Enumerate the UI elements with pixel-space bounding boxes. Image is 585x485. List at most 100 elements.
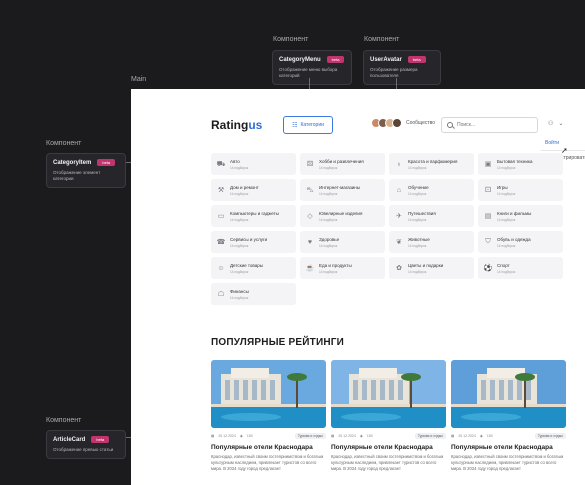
annotation-name: ArticleCard	[53, 436, 86, 443]
category-label: Бытовая техника	[497, 158, 533, 164]
gift-icon: ✿	[396, 265, 402, 272]
category-count: 14 подборок	[408, 191, 427, 196]
category-item[interactable]: ⛍ Интернет-магазины 14 подборок	[300, 179, 385, 201]
category-item[interactable]: ☎ Сервисы и услуги 14 подборок	[211, 231, 296, 253]
category-item[interactable]: ⛟ Авто 14 подборок	[211, 153, 296, 175]
finance-icon: ☖	[217, 291, 225, 298]
ball-icon: ⚽	[483, 265, 493, 272]
food-icon: ☕	[305, 265, 315, 272]
search-input[interactable]	[457, 122, 537, 128]
category-item[interactable]: ⚀ Игры 14 подборок	[478, 179, 563, 201]
categories-button[interactable]: ☷ Категории	[283, 116, 333, 134]
category-item[interactable]: ☺ Детские товары 14 подборок	[211, 257, 296, 279]
category-item[interactable]: ◇ Ювелирные изделия 14 подборок	[300, 205, 385, 227]
perfume-icon: ♁	[396, 160, 402, 168]
logo-accent: us	[248, 118, 263, 132]
category-item[interactable]: ⚄ Хобби и развлечения 14 подборок	[300, 153, 385, 175]
article-views: 150	[486, 434, 493, 438]
article-title[interactable]: Популярные отели Краснодара	[211, 444, 326, 451]
category-text: Книги и фильмы 14 подборок	[497, 211, 531, 222]
category-label: Хобби и развлечения	[319, 158, 364, 164]
article-tag[interactable]: Туризм и отдых	[294, 433, 326, 439]
category-item[interactable]: ▭ Компьютеры и гаджеты 14 подборок	[211, 205, 296, 227]
article-card[interactable]: ▦ 20.12.2024 ◉ 150 Туризм и отдых Популярные …	[451, 360, 566, 472]
article-views: 150	[246, 434, 253, 438]
category-text: Авто 14 подборок	[230, 159, 248, 170]
category-item[interactable]: ▤ Книги и фильмы 14 подборок	[478, 205, 563, 227]
category-text: Интернет-магазины 14 подборок	[319, 185, 360, 196]
category-label: Еда и продукты	[319, 262, 352, 268]
community-link[interactable]: Сообщество	[371, 118, 435, 128]
category-text: Путешествия 14 подборок	[408, 211, 436, 222]
category-text: Бытовая техника 14 подборок	[497, 159, 532, 170]
search-box[interactable]	[441, 117, 538, 133]
article-tag[interactable]: Туризм и отдых	[534, 433, 566, 439]
category-label: Красота и парфюмерия	[408, 158, 458, 164]
category-item[interactable]: ▣ Бытовая техника 14 подборок	[478, 153, 563, 175]
category-item[interactable]: ✈ Путешествия 14 подборок	[389, 205, 474, 227]
category-label: Ювелирные изделия	[319, 210, 363, 216]
article-image	[451, 360, 566, 428]
category-item[interactable]: ⌂ Обучение 14 подборок	[389, 179, 474, 201]
category-grid: ⛟ Авто 14 подборок ⚄ Хобби и развлечения 14 п…	[211, 153, 569, 305]
annotation-desc: Отображение элемент категории	[53, 170, 101, 182]
component-label: Компонент	[364, 36, 400, 43]
category-count: 14 подборок	[230, 243, 249, 248]
user-avatar-annotation: UserAvatar beta Отображение размера поль…	[363, 50, 441, 86]
calendar-icon: ▦	[211, 434, 215, 438]
article-views: 150	[366, 434, 373, 438]
categories-button-label: Категории	[300, 122, 324, 128]
article-tag[interactable]: Туризм и отдых	[414, 433, 446, 439]
category-count: 14 подборок	[408, 165, 427, 170]
annotation-badge: beta	[91, 436, 110, 443]
article-meta: ▦ 20.12.2024 ◉ 150 Туризм и отдых	[451, 433, 566, 439]
category-text: Ювелирные изделия 14 подборок	[319, 211, 362, 222]
category-label: Животные	[408, 236, 430, 242]
category-item[interactable]: ✿ Цветы и подарки 14 подборок	[389, 257, 474, 279]
article-title[interactable]: Популярные отели Краснодара	[451, 444, 566, 451]
paw-icon: ❦	[396, 239, 402, 246]
gamepad-icon: ⚄	[306, 161, 314, 168]
dice-icon: ⚀	[484, 187, 492, 194]
category-count: 14 подборок	[408, 269, 427, 274]
eye-icon: ◉	[239, 434, 243, 438]
avatar-group	[371, 118, 402, 128]
category-item[interactable]: ⚒ Дом и ремонт 14 подборок	[211, 179, 296, 201]
annotation-badge: beta	[326, 56, 345, 63]
category-count: 14 подборок	[319, 165, 338, 170]
health-icon: ♥	[307, 238, 313, 246]
category-item[interactable]: ☖ Финансы 14 подборок	[211, 283, 296, 305]
category-count: 14 подборок	[408, 217, 427, 222]
suitcase-icon: ✈	[396, 213, 402, 220]
category-label: Дом и ремонт	[230, 184, 259, 190]
category-text: Хобби и развлечения 14 подборок	[319, 159, 364, 170]
category-label: Детские товары	[230, 262, 263, 268]
article-title[interactable]: Популярные отели Краснодара	[331, 444, 446, 451]
main-frame-label: Main	[131, 76, 147, 83]
category-item[interactable]: ❦ Животные 14 подборок	[389, 231, 474, 253]
logo[interactable]: Ratingus	[211, 118, 262, 132]
category-label: Авто	[230, 158, 240, 164]
category-item[interactable]: ☕ Еда и продукты 14 подборок	[300, 257, 385, 279]
category-count: 14 подборок	[230, 269, 249, 274]
category-item[interactable]: ♁ Красота и парфюмерия 14 подборок	[389, 153, 474, 175]
category-text: Спорт 14 подборок	[497, 263, 515, 274]
category-text: Сервисы и услуги 14 подборок	[230, 237, 267, 248]
category-count: 14 подборок	[319, 269, 338, 274]
article-card[interactable]: ▦ 20.12.2024 ◉ 150 Туризм и отдых Популярные …	[211, 360, 326, 472]
logo-main: Rating	[211, 118, 249, 132]
category-label: Игры	[497, 184, 508, 190]
category-text: Обучение 14 подборок	[408, 185, 429, 196]
category-item[interactable]: ♥ Здоровье 14 подборок	[300, 231, 385, 253]
category-item-annotation: CategoryItem beta Отображение элемент ка…	[46, 153, 126, 189]
annotation-name: CategoryMenu	[279, 56, 321, 63]
category-item[interactable]: ⛉ Обувь и одежда 14 подборок	[478, 231, 563, 253]
category-item[interactable]: ⚽ Спорт 14 подборок	[478, 257, 563, 279]
service-icon: ☎	[216, 239, 226, 246]
category-text: Финансы 14 подборок	[230, 289, 249, 300]
calendar-icon: ▦	[331, 434, 335, 438]
annotation-desc: Отображение размера пользователя	[370, 67, 418, 79]
article-card[interactable]: ▦ 20.12.2024 ◉ 150 Туризм и отдых Популярные …	[331, 360, 446, 472]
user-menu-toggle[interactable]: ⚇ ⌄	[548, 120, 563, 127]
article-date: 20.12.2024	[458, 434, 476, 438]
